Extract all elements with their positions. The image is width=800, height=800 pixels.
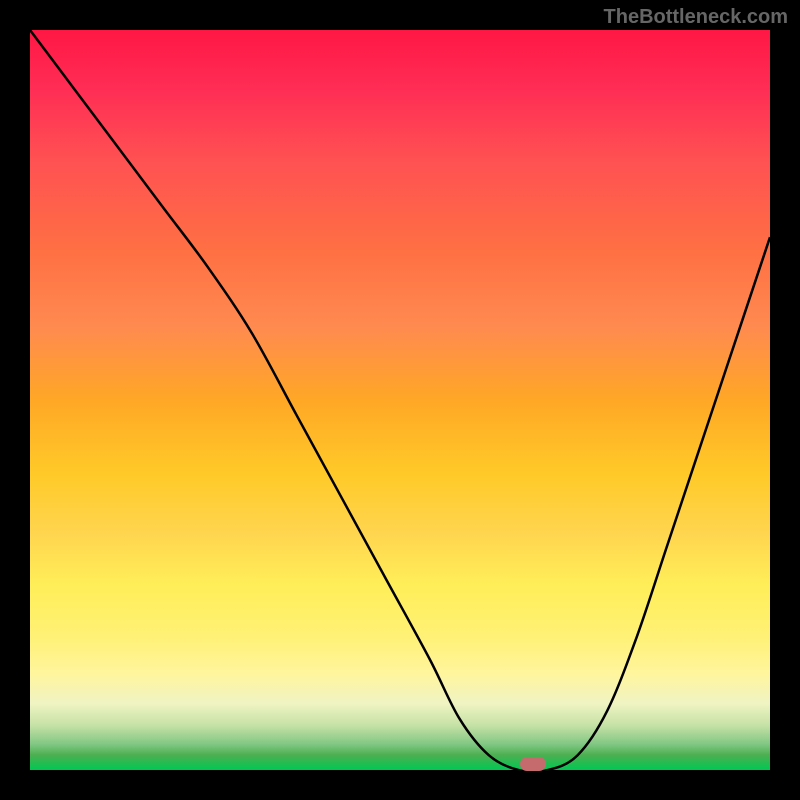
chart-container: TheBottleneck.com bbox=[0, 0, 800, 800]
bottleneck-curve bbox=[30, 30, 770, 770]
optimal-marker bbox=[520, 757, 546, 771]
watermark-text: TheBottleneck.com bbox=[604, 6, 788, 29]
plot-area bbox=[30, 30, 770, 770]
